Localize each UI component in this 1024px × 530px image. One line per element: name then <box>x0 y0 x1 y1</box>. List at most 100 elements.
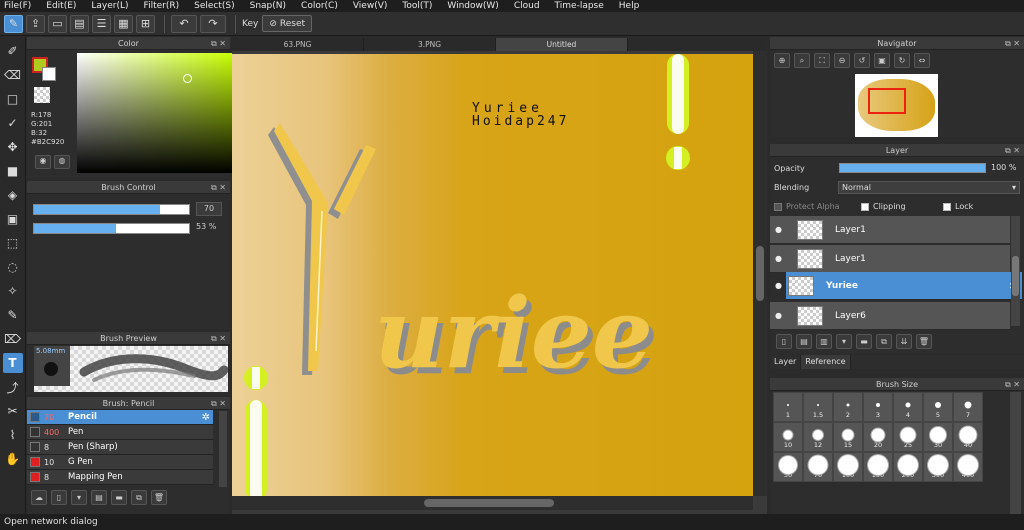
menu-item-snap-n[interactable]: Snap(N) <box>250 1 286 11</box>
zoom-in-alt-button[interactable]: ⌕ <box>794 52 810 68</box>
select-tool[interactable]: ⬚ <box>3 233 23 253</box>
tab-3-png[interactable]: 3.PNG <box>364 38 496 51</box>
undo-button[interactable]: ↶ <box>171 14 197 33</box>
color-swatches[interactable] <box>32 57 58 83</box>
canvas-vertical-scrollbar[interactable] <box>753 51 767 496</box>
color-wheel-button[interactable]: ◍ <box>54 155 70 169</box>
new-layer-button[interactable]: ▯ <box>776 334 792 349</box>
flip-button[interactable]: ⇔ <box>914 52 930 68</box>
reset-view-button[interactable]: ▣ <box>874 52 890 68</box>
grid-button[interactable]: ▦ <box>114 14 133 33</box>
canvas-artwork[interactable]: uriee uriee Yuriee Hoidap247 <box>232 51 767 500</box>
brush-size-scrollbar[interactable] <box>1010 392 1021 514</box>
layer-item[interactable]: ● Layer6 <box>770 302 1010 330</box>
layer-list-scrollbar[interactable] <box>1011 216 1020 326</box>
menu-item-select-s[interactable]: Select(S) <box>194 1 235 11</box>
palette-button[interactable]: ◉ <box>35 155 51 169</box>
menu-item-cloud[interactable]: Cloud <box>514 1 540 11</box>
brush-size-cell[interactable]: 12 <box>803 422 833 452</box>
delete-brush-button[interactable]: 🗑 <box>151 490 167 505</box>
brush-size-cell[interactable]: 300 <box>923 452 953 482</box>
saturation-value-picker[interactable] <box>77 53 235 173</box>
fill-rect-tool[interactable]: ■ <box>3 161 23 181</box>
canvas-horizontal-scrollbar[interactable] <box>232 496 753 510</box>
brush-size-cell[interactable]: 5 <box>923 392 953 422</box>
scroll-thumb[interactable] <box>424 499 554 507</box>
tab-layer[interactable]: Layer <box>770 355 802 369</box>
menu-item-help[interactable]: Help <box>619 1 640 11</box>
tab-reference[interactable]: Reference <box>801 355 851 369</box>
new-brush-button[interactable]: ▯ <box>51 490 67 505</box>
layer-opacity-slider[interactable] <box>839 163 986 173</box>
menu-item-layer-l[interactable]: Layer(L) <box>91 1 128 11</box>
brush-size-cell[interactable]: 10 <box>773 422 803 452</box>
layer-item-selected[interactable]: Yuriee ✲ <box>786 272 1022 300</box>
brush-size-cell[interactable]: 30 <box>923 422 953 452</box>
visibility-icon[interactable]: ● <box>775 281 782 290</box>
brush-size-cell[interactable]: 150 <box>863 452 893 482</box>
layer-item[interactable]: ● Layer1 <box>770 216 1010 244</box>
comment-button[interactable]: ▭ <box>48 14 67 33</box>
new-folder-button[interactable]: ▬ <box>856 334 872 349</box>
operation-tool[interactable]: ⤴ <box>3 377 23 397</box>
menu-item-time-lapse[interactable]: Time-lapse <box>555 1 604 11</box>
fit-button[interactable]: ⛶ <box>814 52 830 68</box>
brush-menu-button[interactable]: ▾ <box>71 490 87 505</box>
brush-size-cell[interactable]: 20 <box>863 422 893 452</box>
visibility-icon[interactable]: ● <box>775 311 789 320</box>
magic-wand-tool[interactable]: ✧ <box>3 281 23 301</box>
brush-size-cell[interactable]: 70 <box>803 452 833 482</box>
hand-mode-button[interactable]: ✎ <box>4 14 23 33</box>
scroll-thumb[interactable] <box>756 246 764 301</box>
brush-settings-button[interactable]: ☁ <box>31 490 47 505</box>
bucket-tool[interactable]: ◈ <box>3 185 23 205</box>
brush-size-cell[interactable]: 2 <box>833 392 863 422</box>
brush-folder-button[interactable]: ▬ <box>111 490 127 505</box>
panel-controls[interactable]: ⧉ ✕ <box>211 397 226 410</box>
zoom-out-button[interactable]: ⊖ <box>834 52 850 68</box>
line-tool[interactable]: ✓ <box>3 113 23 133</box>
sv-cursor[interactable] <box>183 74 192 83</box>
brush-size-cell[interactable]: 4 <box>893 392 923 422</box>
list-button[interactable]: ☰ <box>92 14 111 33</box>
layer-item[interactable]: ● Layer1 <box>770 245 1010 273</box>
panel-controls[interactable]: ⧉ ✕ <box>211 181 226 194</box>
brush-item[interactable]: 8 Pen (Sharp) <box>27 440 213 455</box>
brush-size-slider[interactable] <box>33 203 190 215</box>
gear-icon[interactable]: ✲ <box>202 412 210 423</box>
clipping-row[interactable]: Clipping <box>861 202 906 211</box>
tab-untitled[interactable]: Untitled <box>496 38 628 51</box>
select-pen-tool[interactable]: ✎ <box>3 305 23 325</box>
panel-controls[interactable]: ⧉ ✕ <box>211 37 226 50</box>
brush-size-cell[interactable]: 1 <box>773 392 803 422</box>
brush-size-cell[interactable]: 40 <box>953 422 983 452</box>
brush-item[interactable]: 8 Mapping Pen <box>27 470 213 485</box>
brush-item[interactable]: 10 G Pen <box>27 455 213 470</box>
redo-button[interactable]: ↷ <box>200 14 226 33</box>
rectangle-tool[interactable]: □ <box>3 89 23 109</box>
filter-button[interactable]: ⊞ <box>136 14 155 33</box>
lock-checkbox[interactable] <box>943 202 951 211</box>
brush-item[interactable]: 400 Pen <box>27 425 213 440</box>
brush-size-cell[interactable]: 200 <box>893 452 923 482</box>
visibility-icon[interactable]: ● <box>775 254 789 263</box>
brush-size-cell[interactable]: 3 <box>863 392 893 422</box>
visibility-icon[interactable]: ● <box>775 225 789 234</box>
navigator-thumbnail[interactable] <box>855 74 938 137</box>
menu-item-tool-t[interactable]: Tool(T) <box>402 1 432 11</box>
brush-size-cell[interactable]: 50 <box>773 452 803 482</box>
hand-tool[interactable]: ✋ <box>3 449 23 469</box>
brush-layers-button[interactable]: ⧉ <box>131 490 147 505</box>
brush-size-cell[interactable]: 25 <box>893 422 923 452</box>
select-eraser-tool[interactable]: ⌦ <box>3 329 23 349</box>
text-tool[interactable]: T <box>2 353 23 373</box>
panel-controls[interactable]: ⧉ ✕ <box>1005 37 1020 50</box>
menu-item-view-v[interactable]: View(V) <box>353 1 388 11</box>
panel-controls[interactable]: ⧉ ✕ <box>211 332 226 345</box>
brush-size-cell[interactable]: 400 <box>953 452 983 482</box>
new-halftone-button[interactable]: ▥ <box>816 334 832 349</box>
new-raster-button[interactable]: ▤ <box>796 334 812 349</box>
share-button[interactable]: ⇪ <box>26 14 45 33</box>
clipping-checkbox[interactable] <box>861 202 869 211</box>
brush-opacity-slider[interactable] <box>33 222 190 234</box>
